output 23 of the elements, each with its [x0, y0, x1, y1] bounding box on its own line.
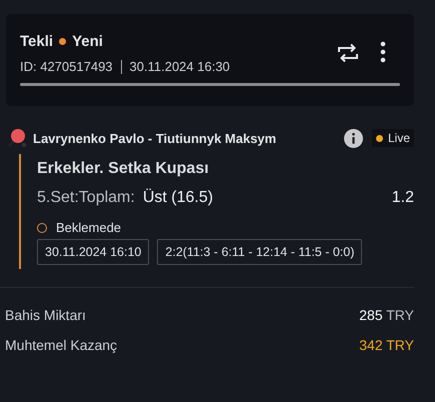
bet-id: ID: 4270517493 — [20, 59, 113, 74]
bet-date: 30.11.2024 16:30 — [130, 59, 230, 74]
odds-value: 1.2 — [392, 189, 414, 207]
status-dot — [59, 38, 66, 45]
bet-type: Tekli — [20, 33, 54, 50]
tournament-name: Erkekler. Setka Kupası — [37, 160, 210, 178]
repeat-icon[interactable] — [336, 41, 360, 65]
info-icon[interactable] — [344, 128, 363, 148]
more-icon[interactable] — [380, 41, 386, 63]
summary-value: 342 TRY — [359, 336, 414, 355]
event-teams: Lavrynenko Pavlo - Tiutiunnyk Maksym — [33, 130, 278, 146]
pending-icon — [37, 222, 47, 232]
selection-label: Üst (16.5) — [142, 189, 214, 207]
summary-label: Bahis Miktarı — [5, 306, 86, 325]
table-tennis-icon — [7, 128, 27, 148]
market-label: 5.Set:Toplam: — [37, 189, 135, 207]
bet-status: Yeni — [72, 33, 103, 50]
start-time-chip: 30.11.2024 16:10 — [37, 239, 150, 265]
bet-state: Beklemede — [56, 220, 122, 235]
summary-value: 285 TRY — [359, 306, 414, 325]
summary-label: Muhtemel Kazanç — [5, 336, 118, 355]
live-badge: Live — [372, 129, 414, 147]
score-chip: 2:2(11:3 - 6:11 - 12:14 - 11:5 - 0:0) — [157, 239, 362, 265]
